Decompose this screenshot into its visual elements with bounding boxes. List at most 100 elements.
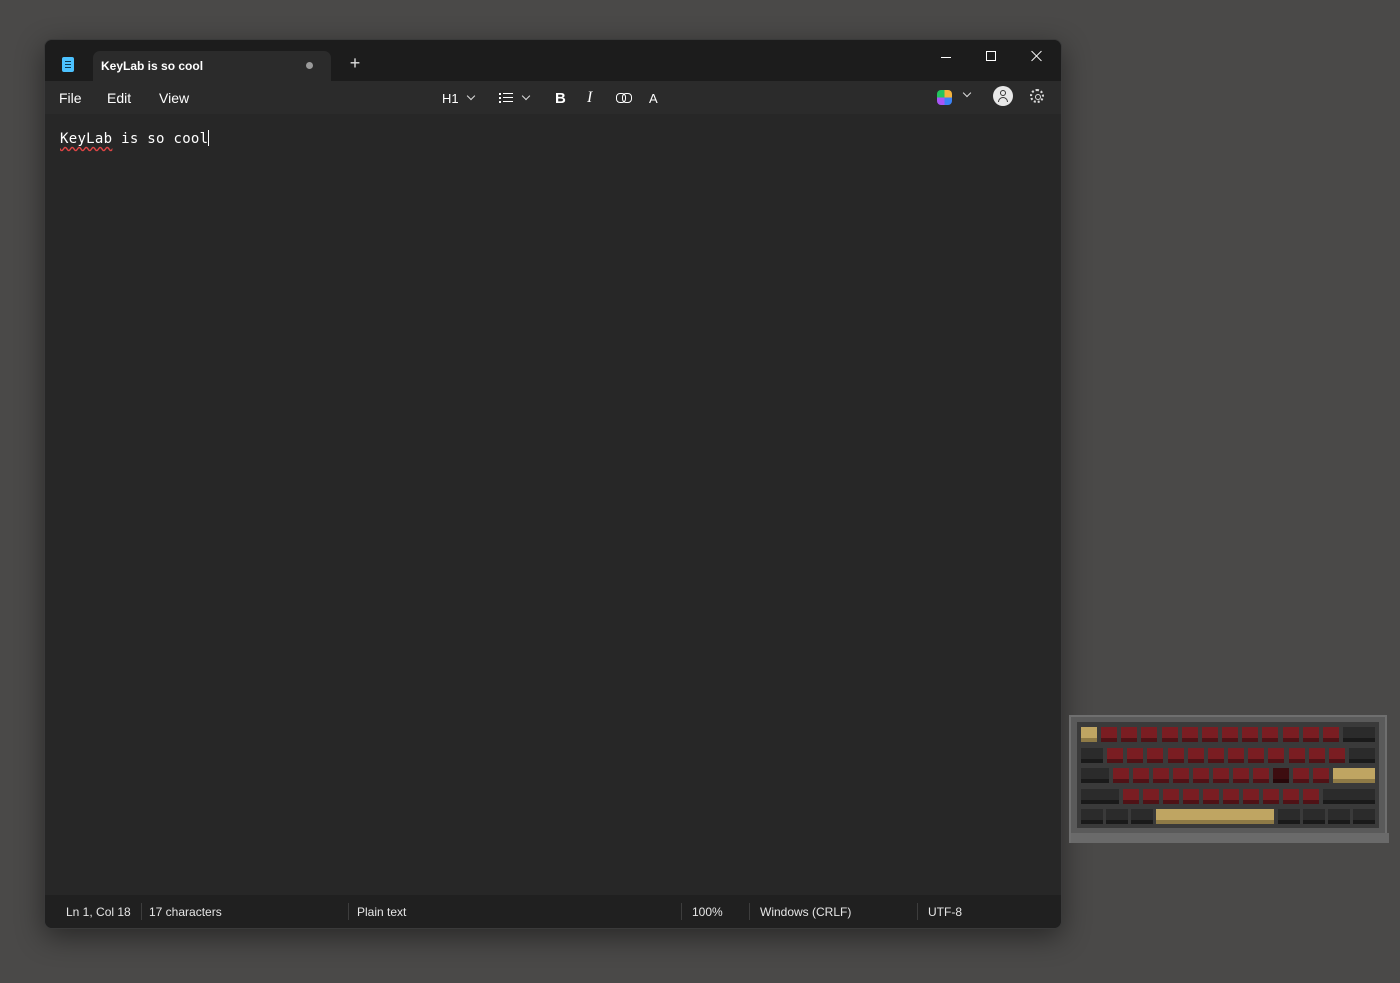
keyboard-key — [1131, 809, 1154, 824]
keyboard-key — [1288, 747, 1305, 763]
chevron-down-icon — [521, 91, 531, 101]
close-button[interactable] — [1017, 44, 1057, 70]
keyboard-key — [1133, 768, 1149, 783]
keyboard-key — [1293, 768, 1309, 783]
keyboard-key — [1308, 747, 1325, 763]
keyboard-key — [1242, 727, 1259, 742]
line-endings[interactable]: Windows (CRLF) — [760, 905, 851, 919]
keyboard-key — [1228, 747, 1245, 763]
spellcheck-button[interactable]: A — [649, 88, 658, 108]
keyboard-key — [1277, 809, 1300, 824]
keyboard-key — [1081, 788, 1119, 804]
keyboard-key — [1243, 788, 1259, 804]
text-format[interactable]: Plain text — [357, 905, 406, 919]
bulleted-list-icon — [499, 92, 514, 104]
bold-button[interactable]: B — [555, 88, 566, 108]
keyboard-key — [1143, 788, 1159, 804]
keyboard-key — [1183, 788, 1199, 804]
bold-icon: B — [555, 89, 566, 107]
notepad-icon — [62, 57, 74, 72]
keyboard-base — [1071, 833, 1389, 843]
keyboard-key — [1349, 747, 1375, 763]
menu-edit[interactable]: Edit — [107, 90, 131, 106]
keyboard-key — [1163, 788, 1179, 804]
keyboard-key — [1282, 727, 1299, 742]
keyboard-key — [1253, 768, 1269, 783]
account-icon[interactable] — [993, 86, 1013, 106]
keyboard-key — [1106, 809, 1129, 824]
tab-title: KeyLab is so cool — [101, 59, 204, 73]
keyboard-key — [1187, 747, 1204, 763]
keyboard-key — [1248, 747, 1265, 763]
keyboard-key — [1303, 788, 1319, 804]
italic-button[interactable]: I — [587, 88, 592, 108]
list-dropdown[interactable] — [499, 88, 531, 108]
minimize-button[interactable] — [927, 44, 967, 70]
maximize-icon — [986, 51, 996, 61]
keyboard-key — [1081, 727, 1097, 742]
keyboard-key — [1223, 788, 1239, 804]
keyboard-plate — [1077, 722, 1379, 828]
keyboard-key — [1123, 788, 1139, 804]
keyboard-key — [1268, 747, 1285, 763]
keyboard-key — [1323, 788, 1375, 804]
keyboard-key — [1101, 727, 1118, 742]
keyboard-key — [1147, 747, 1164, 763]
keyboard-key — [1302, 809, 1325, 824]
keyboard-key — [1328, 747, 1345, 763]
keyboard-key — [1233, 768, 1249, 783]
keyboard-key — [1302, 727, 1319, 742]
keyboard-key — [1081, 809, 1103, 824]
keyboard-key — [1141, 727, 1158, 742]
character-count: 17 characters — [149, 905, 222, 919]
keyboard-key — [1343, 727, 1375, 742]
keyboard-key — [1201, 727, 1218, 742]
keyboard-key — [1113, 768, 1129, 783]
maximize-button[interactable] — [971, 44, 1011, 70]
notepad-window: KeyLab is so cool + File Edit View H1 B … — [44, 39, 1062, 929]
keyboard-key — [1213, 768, 1229, 783]
editor-text-rest: is so cool — [112, 131, 209, 147]
keyboard-key — [1107, 747, 1124, 763]
keyboard-key — [1222, 727, 1239, 742]
zoom-level[interactable]: 100% — [692, 905, 723, 919]
link-button[interactable] — [616, 88, 632, 108]
keyboard-key — [1173, 768, 1189, 783]
keyboard-widget[interactable] — [1069, 715, 1389, 843]
menu-view[interactable]: View — [159, 90, 189, 106]
keyboard-key — [1121, 727, 1138, 742]
menu-bar: File Edit View H1 B I A — [45, 81, 1061, 114]
title-bar[interactable]: KeyLab is so cool + — [45, 40, 1061, 81]
cursor-position: Ln 1, Col 18 — [66, 905, 131, 919]
keyboard-key — [1203, 788, 1219, 804]
text-caret — [208, 130, 210, 146]
keyboard-key — [1156, 809, 1275, 824]
keyboard-key — [1181, 727, 1198, 742]
encoding[interactable]: UTF-8 — [928, 905, 962, 919]
tab-document[interactable]: KeyLab is so cool — [93, 51, 331, 81]
keyboard-key — [1327, 809, 1350, 824]
keyboard-key — [1161, 727, 1178, 742]
heading-level: H1 — [442, 90, 459, 106]
menu-file[interactable]: File — [59, 90, 82, 106]
keyboard-key — [1167, 747, 1184, 763]
new-tab-button[interactable]: + — [345, 53, 365, 73]
keyboard-key — [1322, 727, 1339, 742]
status-bar: Ln 1, Col 18 17 characters Plain text 10… — [45, 895, 1061, 928]
unsaved-indicator-icon[interactable] — [306, 62, 313, 69]
editor-area[interactable]: KeyLab is so cool — [45, 114, 1061, 895]
keyboard-key — [1081, 747, 1103, 763]
italic-icon: I — [587, 89, 593, 106]
keyboard-key — [1153, 768, 1169, 783]
link-icon — [616, 93, 632, 103]
misspelled-word[interactable]: KeyLab — [60, 131, 112, 147]
gear-icon[interactable] — [1030, 89, 1044, 103]
keyboard-key — [1263, 788, 1279, 804]
keyboard-key — [1207, 747, 1224, 763]
editor-text[interactable]: KeyLab is so cool — [60, 130, 210, 147]
keyboard-key — [1283, 788, 1299, 804]
spellcheck-icon: A — [649, 90, 658, 106]
copilot-icon[interactable] — [937, 90, 952, 105]
heading-dropdown[interactable]: H1 — [442, 88, 475, 108]
keyboard-key — [1313, 768, 1329, 783]
